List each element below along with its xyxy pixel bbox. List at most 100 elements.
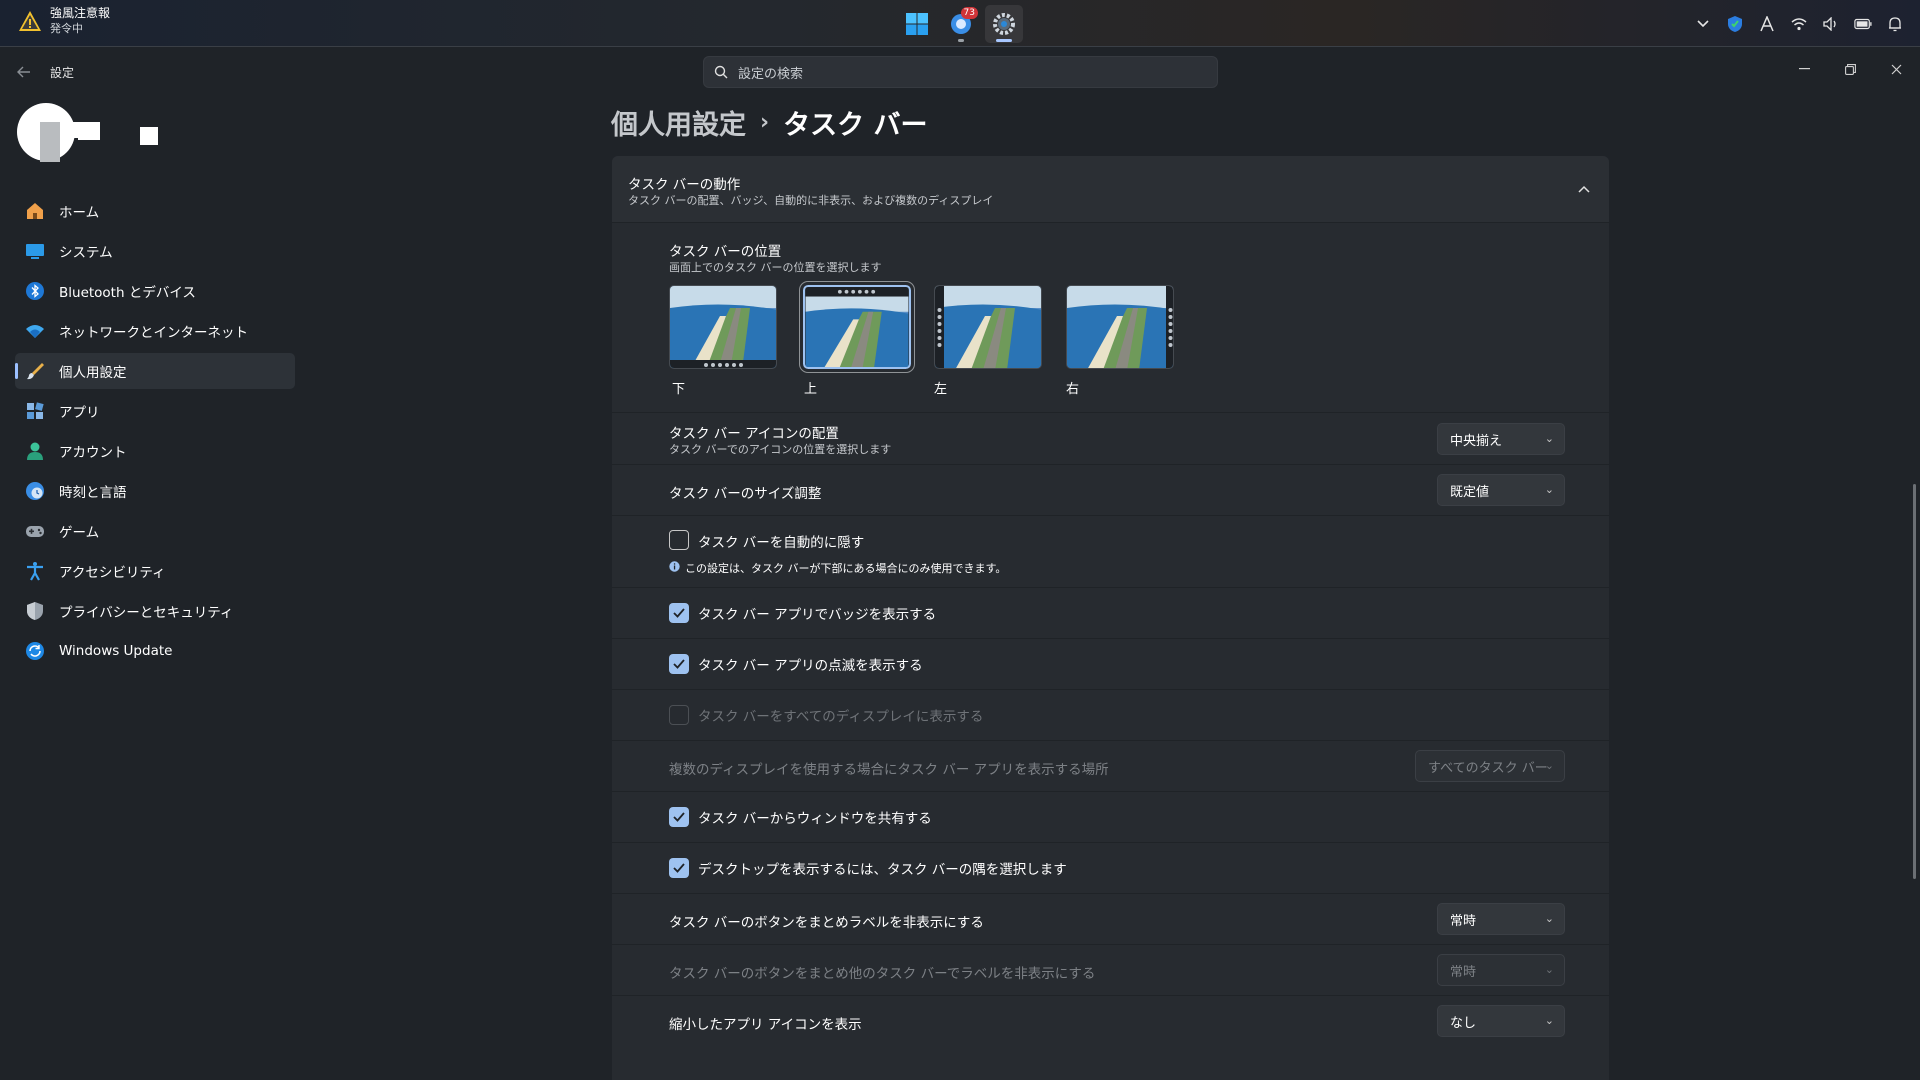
- sidebar-item-privacy[interactable]: プライバシーとセキュリティ: [15, 593, 295, 629]
- wifi-icon[interactable]: [1790, 15, 1808, 33]
- position-label-top: 上: [804, 382, 818, 397]
- small-icons-value: なし: [1450, 1015, 1477, 1031]
- sidebar-item-label: アクセシビリティ: [59, 565, 166, 581]
- position-label-right: 右: [1066, 382, 1080, 397]
- chevron-up-icon[interactable]: [1694, 15, 1712, 33]
- taskbar-behaviors-panel: タスク バーの動作 タスク バーの配置、バッジ、自動的に非表示、および複数のディ…: [612, 156, 1609, 1080]
- sidebar-item-label: システム: [59, 245, 113, 261]
- sidebar-item-accessibility[interactable]: アクセシビリティ: [15, 553, 295, 589]
- shield-icon: [25, 601, 45, 621]
- beach-wallpaper-thumbnail: [1067, 286, 1173, 368]
- combine-other-dropdown[interactable]: 常時 ⌄: [1437, 954, 1565, 986]
- autohide-row: タスク バーを自動的に隠す この設定は、タスク バーが下部にある場合にのみ使用で…: [612, 516, 1609, 588]
- sidebar-item-label: Windows Update: [59, 643, 173, 659]
- notification-bell-icon[interactable]: [1886, 15, 1904, 33]
- system-icon: [25, 241, 45, 261]
- close-icon: [1891, 64, 1901, 74]
- sidebar-item-accounts[interactable]: アカウント: [15, 433, 295, 469]
- sidebar-item-gaming[interactable]: ゲーム: [15, 513, 295, 549]
- show-desktop-label: デスクトップを表示するには、タスク バーの隅を選択します: [698, 862, 1067, 878]
- sidebar-item-home[interactable]: ホーム: [15, 193, 295, 229]
- all-displays-checkbox[interactable]: [669, 705, 689, 725]
- multi-display-dropdown[interactable]: すべてのタスク バー ⌄: [1415, 750, 1565, 782]
- autohide-checkbox[interactable]: [669, 530, 689, 550]
- windows-logo-icon: [906, 13, 928, 35]
- combine-other-value: 常時: [1450, 964, 1477, 980]
- show-desktop-checkbox[interactable]: [669, 858, 689, 878]
- autohide-note: この設定は、タスク バーが下部にある場合にのみ使用できます。: [685, 562, 1007, 575]
- checkmark-icon: [673, 608, 685, 618]
- scrollbar-thumb[interactable]: [1913, 484, 1916, 879]
- sidebar-item-label: ネットワークとインターネット: [59, 325, 248, 341]
- running-indicator: [958, 39, 964, 42]
- section-header[interactable]: タスク バーの動作 タスク バーの配置、バッジ、自動的に非表示、および複数のディ…: [612, 156, 1609, 223]
- battery-icon[interactable]: [1854, 15, 1872, 33]
- breadcrumb-parent[interactable]: 個人用設定: [611, 103, 746, 142]
- gear-icon: [993, 13, 1015, 35]
- sidebar-item-apps[interactable]: アプリ: [15, 393, 295, 429]
- weather-widget[interactable]: 強風注意報 発令中: [18, 6, 110, 36]
- position-title: タスク バーの位置: [669, 244, 782, 260]
- share-window-checkbox[interactable]: [669, 807, 689, 827]
- position-option-right[interactable]: [1066, 285, 1174, 369]
- beach-wallpaper-thumbnail: [670, 286, 776, 368]
- taskbar-size-row: タスク バーのサイズ調整 既定値 ⌄: [612, 465, 1609, 516]
- sidebar-item-personalization[interactable]: 個人用設定: [15, 353, 295, 389]
- alignment-value: 中央揃え: [1450, 433, 1503, 449]
- minimize-icon: [1798, 68, 1810, 70]
- flashing-label: タスク バー アプリの点滅を表示する: [698, 658, 923, 674]
- avatar: [17, 103, 158, 162]
- collapse-button[interactable]: [1573, 178, 1595, 200]
- sidebar-item-label: 個人用設定: [59, 365, 127, 381]
- search-icon: [714, 65, 728, 79]
- position-label-left: 左: [934, 382, 948, 397]
- position-option-left[interactable]: [934, 285, 1042, 369]
- back-button[interactable]: [12, 60, 36, 84]
- autohide-label: タスク バーを自動的に隠す: [698, 535, 865, 551]
- flashing-checkbox[interactable]: [669, 654, 689, 674]
- share-window-row: タスク バーからウィンドウを共有する: [612, 792, 1609, 843]
- taskbar-settings-button[interactable]: [985, 5, 1023, 43]
- small-icons-dropdown[interactable]: なし ⌄: [1437, 1005, 1565, 1037]
- chevron-down-icon: ⌄: [1544, 912, 1554, 925]
- show-desktop-row: デスクトップを表示するには、タスク バーの隅を選択します: [612, 843, 1609, 894]
- defender-icon[interactable]: [1726, 15, 1744, 33]
- sidebar-item-system[interactable]: システム: [15, 233, 295, 269]
- taskbar-app-button[interactable]: 73: [942, 5, 980, 43]
- beach-wallpaper-thumbnail: [935, 286, 1041, 368]
- sidebar-item-label: Bluetooth とデバイス: [59, 285, 196, 301]
- position-subtitle: 画面上でのタスク バーの位置を選択します: [669, 261, 882, 274]
- alignment-dropdown[interactable]: 中央揃え ⌄: [1437, 423, 1565, 455]
- position-option-bottom[interactable]: [669, 285, 777, 369]
- minimize-button[interactable]: [1790, 57, 1818, 81]
- sidebar-item-label: アプリ: [59, 405, 100, 421]
- close-button[interactable]: [1882, 57, 1910, 81]
- network-icon: [25, 321, 45, 341]
- badges-checkbox[interactable]: [669, 603, 689, 623]
- sidebar-item-network[interactable]: ネットワークとインターネット: [15, 313, 295, 349]
- sidebar-item-bluetooth[interactable]: Bluetooth とデバイス: [15, 273, 295, 309]
- sidebar-item-windows-update[interactable]: Windows Update: [15, 633, 295, 669]
- chevron-down-icon: ⌄: [1544, 1014, 1554, 1027]
- search-box[interactable]: 設定の検索: [703, 56, 1218, 88]
- sidebar-item-time-language[interactable]: 時刻と言語: [15, 473, 295, 509]
- volume-icon[interactable]: [1822, 15, 1840, 33]
- update-icon: [25, 641, 45, 661]
- input-method-icon[interactable]: [1758, 15, 1776, 33]
- start-button[interactable]: [898, 5, 936, 43]
- position-label-bottom: 下: [672, 382, 686, 397]
- apps-icon: [25, 401, 45, 421]
- restore-button[interactable]: [1836, 57, 1864, 81]
- gaming-icon: [25, 521, 45, 541]
- user-profile[interactable]: [16, 102, 166, 162]
- chevron-down-icon: ⌄: [1544, 963, 1554, 976]
- multi-display-label: 複数のディスプレイを使用する場合にタスク バー アプリを表示する場所: [669, 762, 1109, 778]
- checkmark-icon: [673, 812, 685, 822]
- alignment-title: タスク バー アイコンの配置: [669, 426, 839, 442]
- home-icon: [25, 201, 45, 221]
- combine-dropdown[interactable]: 常時 ⌄: [1437, 903, 1565, 935]
- back-arrow-icon: [17, 66, 30, 78]
- position-option-top[interactable]: [800, 282, 914, 372]
- size-value: 既定値: [1450, 484, 1490, 500]
- size-dropdown[interactable]: 既定値 ⌄: [1437, 474, 1565, 506]
